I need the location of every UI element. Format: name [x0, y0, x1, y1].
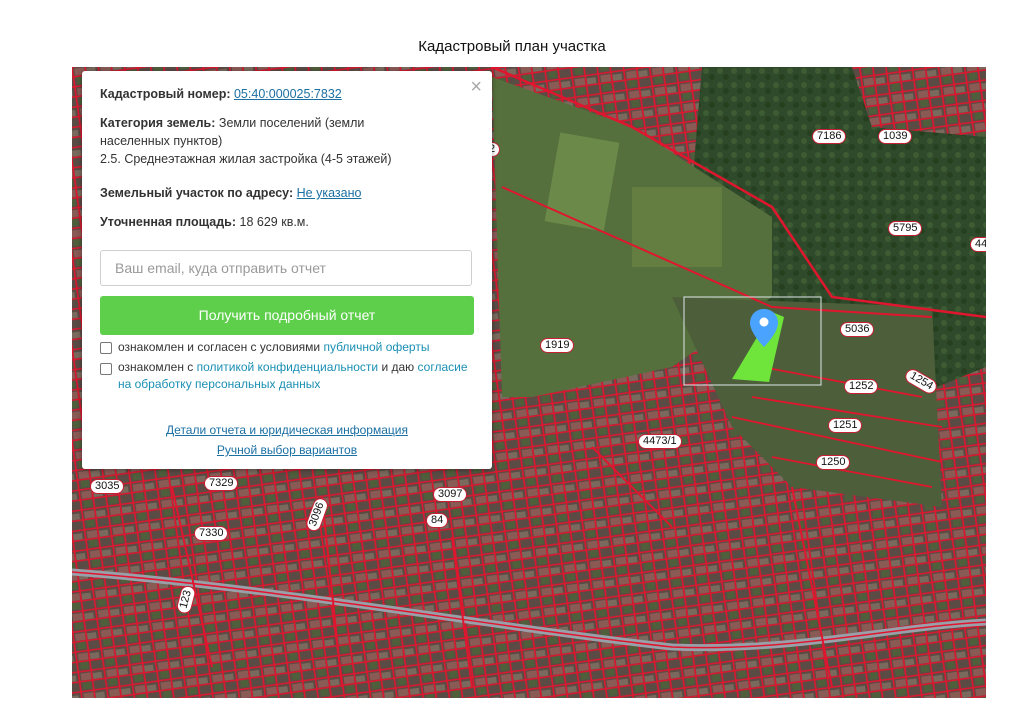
- privacy-consent-checkbox[interactable]: [100, 363, 112, 375]
- offer-consent-label: ознакомлен и согласен с условиями: [118, 340, 321, 354]
- page-title: Кадастровый план участка: [418, 38, 606, 55]
- area-label: Уточненная площадь:: [100, 215, 237, 229]
- privacy-consent-text: ознакомлен с политикой конфиденциальност…: [118, 359, 468, 393]
- email-input[interactable]: [100, 250, 472, 286]
- privacy-consent-and: и даю: [381, 360, 415, 374]
- parcel-label[interactable]: 1252: [844, 379, 879, 394]
- parcel-label[interactable]: 5795: [888, 221, 923, 236]
- privacy-policy-link[interactable]: политикой конфиденциальности: [197, 360, 378, 374]
- parcel-label[interactable]: 44: [970, 237, 986, 252]
- manual-selection-link[interactable]: Ручной выбор вариантов: [82, 443, 492, 457]
- privacy-consent-label: ознакомлен с: [118, 360, 194, 374]
- parcel-label[interactable]: 3097: [433, 487, 468, 502]
- get-report-button[interactable]: Получить подробный отчет: [100, 296, 474, 335]
- parcel-label[interactable]: 1039: [878, 129, 913, 144]
- cadastral-number-label: Кадастровый номер:: [100, 87, 231, 101]
- parcel-label[interactable]: 7186: [812, 129, 847, 144]
- land-category-value-cont: населенных пунктов): [100, 134, 223, 148]
- close-icon[interactable]: ×: [470, 77, 482, 97]
- address-link[interactable]: Не указано: [297, 186, 362, 200]
- parcel-label[interactable]: 4473/1: [638, 434, 682, 449]
- area-row: Уточненная площадь: 18 629 кв.м.: [100, 213, 472, 231]
- land-usage-value: 2.5. Среднеэтажная жилая застройка (4-5 …: [100, 152, 392, 166]
- parcel-label[interactable]: 7329: [204, 476, 239, 491]
- land-category-label: Категория земель:: [100, 116, 216, 130]
- parcel-label[interactable]: 7330: [194, 526, 229, 541]
- address-label: Земельный участок по адресу:: [100, 186, 294, 200]
- offer-consent-text: ознакомлен и согласен с условиями публич…: [118, 339, 429, 356]
- land-category-value: Земли поселений (земли: [218, 116, 365, 130]
- offer-consent-checkbox[interactable]: [100, 342, 112, 354]
- cadastral-number-row: Кадастровый номер: 05:40:000025:7832: [100, 85, 472, 103]
- parcel-label[interactable]: 1919: [540, 338, 575, 353]
- parcel-info-panel: × Кадастровый номер: 05:40:000025:7832 К…: [82, 71, 492, 469]
- address-row: Земельный участок по адресу: Не указано: [100, 184, 472, 202]
- parcel-label[interactable]: 1251: [828, 418, 863, 433]
- land-category-row: Категория земель: Земли поселений (земли…: [100, 114, 472, 168]
- parcel-label[interactable]: 84: [426, 513, 449, 528]
- public-offer-link[interactable]: публичной оферты: [323, 340, 429, 354]
- parcel-label[interactable]: 3035: [90, 479, 125, 494]
- parcel-label[interactable]: 5036: [840, 322, 875, 337]
- area-value: 18 629 кв.м.: [239, 215, 309, 229]
- report-details-link[interactable]: Детали отчета и юридическая информация: [82, 423, 492, 437]
- parcel-label[interactable]: 1250: [816, 455, 851, 470]
- cadastral-number-link[interactable]: 05:40:000025:7832: [234, 87, 342, 101]
